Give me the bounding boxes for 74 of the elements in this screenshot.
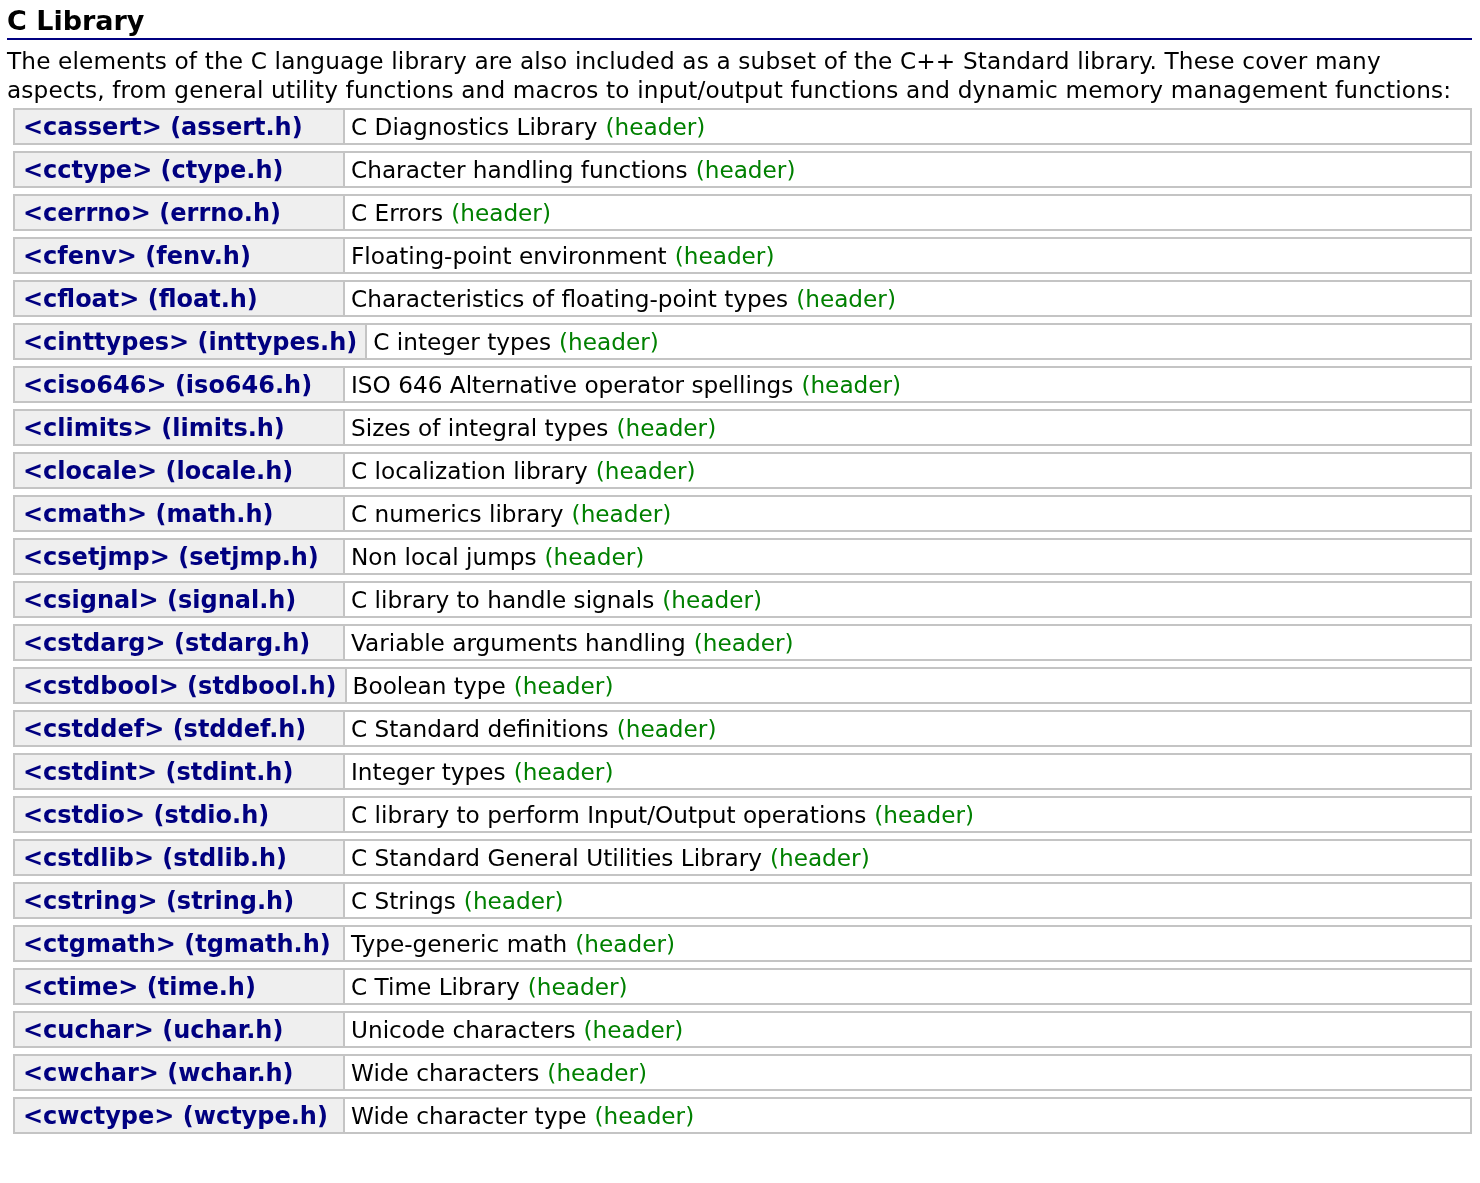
header-tag-link[interactable]: (header) (695, 156, 796, 183)
header-tag-link[interactable]: (header) (674, 242, 775, 269)
header-tag-link[interactable]: (header) (547, 1059, 648, 1086)
header-tag-link[interactable]: (header) (559, 328, 659, 355)
header-description: C Errors (351, 199, 444, 226)
header-description: Character handling functions (351, 156, 688, 183)
library-name-link[interactable]: <csetjmp> (setjmp.h) (23, 542, 319, 571)
library-name-link[interactable]: <cstdint> (stdint.h) (23, 757, 294, 786)
header-tag-link[interactable]: (header) (513, 672, 614, 699)
library-name-link[interactable]: <cstdlib> (stdlib.h) (23, 843, 288, 872)
header-tag-link[interactable]: (header) (527, 973, 628, 1000)
header-tag-link[interactable]: (header) (769, 844, 870, 871)
library-name-link[interactable]: <cinttypes> (inttypes.h) (23, 327, 358, 356)
header-tag-link[interactable]: (header) (616, 715, 717, 742)
library-name-link[interactable]: <cfenv> (fenv.h) (23, 241, 251, 270)
header-description: C Standard General Utilities Library (351, 844, 762, 871)
library-name-link[interactable]: <cwctype> (wctype.h) (23, 1101, 328, 1130)
library-name-link[interactable]: <ctgmath> (tgmath.h) (23, 929, 331, 958)
page-heading: C Library (7, 4, 1472, 40)
header-tag-link[interactable]: (header) (463, 887, 564, 914)
header-description: C library to handle signals (351, 586, 655, 613)
library-name-link[interactable]: <cstddef> (stddef.h) (23, 714, 307, 743)
header-tag-link[interactable]: (header) (595, 457, 696, 484)
header-tag-link[interactable]: (header) (513, 758, 614, 785)
header-tag-link[interactable]: (header) (616, 414, 717, 441)
library-name-link[interactable]: <ctime> (time.h) (23, 972, 256, 1001)
header-description: C integer types (373, 328, 552, 355)
header-tag-link[interactable]: (header) (693, 629, 794, 656)
header-description: C Strings (351, 887, 456, 914)
library-name-link[interactable]: <cerrno> (errno.h) (23, 198, 281, 227)
library-name-link[interactable]: <cwchar> (wchar.h) (23, 1058, 294, 1087)
library-name-link[interactable]: <cstring> (string.h) (23, 886, 295, 915)
library-name-link[interactable]: <cmath> (math.h) (23, 499, 274, 528)
header-description: C Time Library (351, 973, 520, 1000)
header-tag-link[interactable]: (header) (874, 801, 975, 828)
header-description: Boolean type (352, 672, 506, 699)
header-tag-link[interactable]: (header) (796, 285, 896, 312)
header-description: Type-generic math (351, 930, 568, 957)
header-tag-link[interactable]: (header) (544, 543, 645, 570)
library-name-link[interactable]: <cstdbool> (stdbool.h) (23, 671, 337, 700)
header-description: Floating-point environment (351, 242, 667, 269)
library-name-link[interactable]: <cassert> (assert.h) (23, 112, 303, 141)
header-tag-link[interactable]: (header) (575, 930, 676, 957)
header-tag-link[interactable]: (header) (583, 1016, 684, 1043)
header-tag-link[interactable]: (header) (594, 1102, 695, 1129)
header-description: C Diagnostics Library (351, 113, 598, 140)
library-name-link[interactable]: <clocale> (locale.h) (23, 456, 294, 485)
header-tag-link[interactable]: (header) (571, 500, 672, 527)
library-name-link[interactable]: <cuchar> (uchar.h) (23, 1015, 284, 1044)
header-description: ISO 646 Alternative operator spellings (351, 371, 794, 398)
header-description: C localization library (351, 457, 588, 484)
header-tag-link[interactable]: (header) (662, 586, 763, 613)
header-description: C library to perform Input/Output operations (351, 801, 867, 828)
library-name-link[interactable]: <cfloat> (float.h) (23, 284, 258, 313)
header-description: Wide character type (351, 1102, 587, 1129)
header-description: Wide characters (351, 1059, 540, 1086)
header-description: Non local jumps (351, 543, 537, 570)
library-name-link[interactable]: <climits> (limits.h) (23, 413, 285, 442)
header-description: Integer types (351, 758, 506, 785)
header-description: C numerics library (351, 500, 564, 527)
header-tag-link[interactable]: (header) (605, 113, 706, 140)
intro-paragraph: The elements of the C language library are also included as a subset of the C++ Standard library. These cover many aspects, from general utility functions and macros to input/output functions and dynamic memory management functions: (7, 46, 1453, 104)
library-name-link[interactable]: <cstdio> (stdio.h) (23, 800, 270, 829)
header-description: Sizes of integral types (351, 414, 609, 441)
library-name-link[interactable]: <csignal> (signal.h) (23, 585, 297, 614)
header-tag-link[interactable]: (header) (801, 371, 902, 398)
library-name-link[interactable]: <cctype> (ctype.h) (23, 155, 284, 184)
header-description: Characteristics of floating-point types (351, 285, 789, 312)
library-name-link[interactable]: <cstdarg> (stdarg.h) (23, 628, 311, 657)
header-description: Variable arguments handling (351, 629, 686, 656)
header-tag-link[interactable]: (header) (451, 199, 551, 226)
header-description: Unicode characters (351, 1016, 576, 1043)
library-name-link[interactable]: <ciso646> (iso646.h) (23, 370, 313, 399)
header-description: C Standard definitions (351, 715, 609, 742)
